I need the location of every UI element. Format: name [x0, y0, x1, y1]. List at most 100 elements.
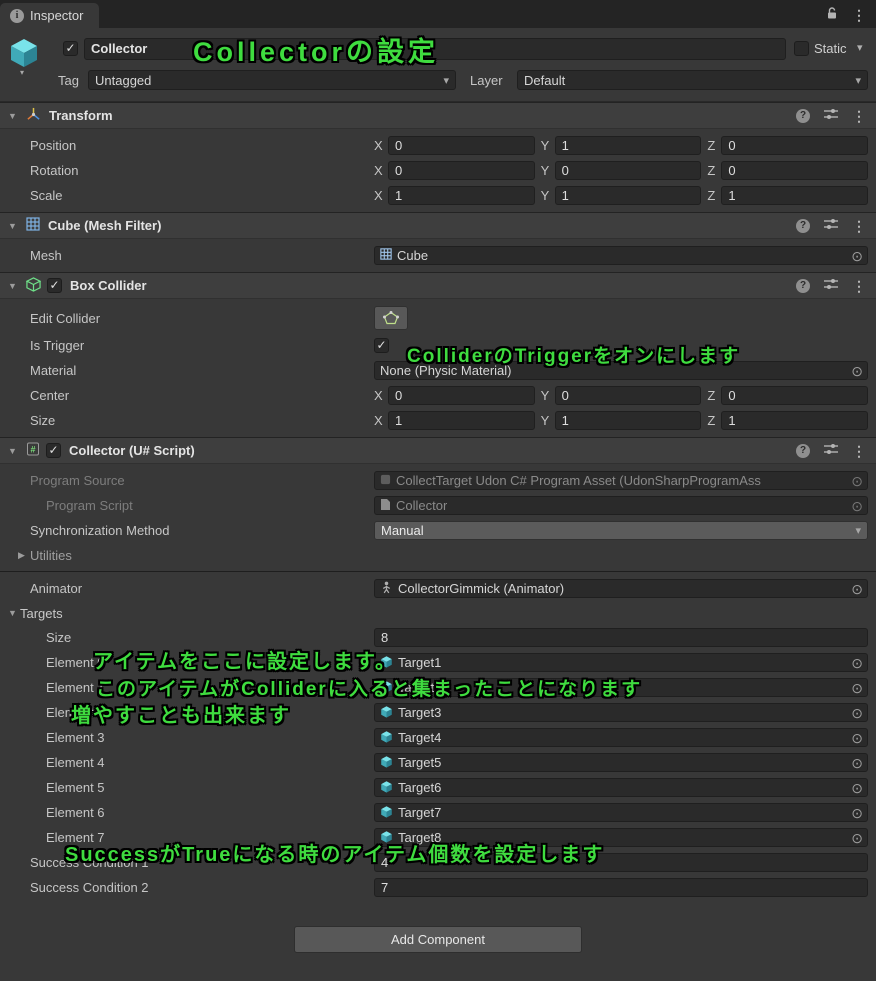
targets-size-field[interactable]: 8: [374, 628, 868, 647]
collider-size-x-field[interactable]: 1: [388, 411, 535, 430]
success-condition-2-field[interactable]: 7: [374, 878, 868, 897]
element-object-field[interactable]: Target3 ⊙: [374, 703, 868, 722]
element-value: Target5: [398, 755, 442, 770]
object-picker-icon[interactable]: ⊙: [851, 756, 863, 770]
collider-size-z-field[interactable]: 1: [721, 411, 869, 430]
component-menu-icon[interactable]: ⋮: [852, 109, 866, 123]
scale-x-field[interactable]: 1: [388, 186, 535, 205]
sync-method-label: Synchronization Method: [30, 523, 170, 538]
mesh-filter-header[interactable]: ▼ Cube (Mesh Filter) ? ⋮: [0, 212, 876, 239]
gameobject-cube-icon[interactable]: [8, 36, 40, 71]
object-picker-icon[interactable]: ⊙: [851, 781, 863, 795]
object-picker-icon[interactable]: ⊙: [851, 474, 863, 488]
transform-header[interactable]: ▼ Transform ? ⋮: [0, 102, 876, 129]
element-object-field[interactable]: Target1 ⊙: [374, 653, 868, 672]
object-picker-icon[interactable]: ⊙: [851, 364, 863, 378]
program-source-label: Program Source: [30, 473, 125, 488]
animator-object-field[interactable]: CollectorGimmick (Animator) ⊙: [374, 579, 868, 598]
window-menu-icon[interactable]: ⋮: [852, 8, 866, 22]
object-picker-icon[interactable]: ⊙: [851, 681, 863, 695]
icon-picker-arrow[interactable]: ▾: [20, 68, 24, 77]
object-picker-icon[interactable]: ⊙: [851, 499, 863, 513]
component-menu-icon[interactable]: ⋮: [852, 279, 866, 293]
center-y-field[interactable]: 0: [554, 386, 702, 405]
presets-icon[interactable]: [824, 278, 838, 293]
tag-value: Untagged: [95, 72, 152, 88]
lock-icon[interactable]: [826, 7, 838, 23]
targets-foldout[interactable]: ▼ Targets: [0, 601, 876, 625]
object-picker-icon[interactable]: ⊙: [851, 656, 863, 670]
help-icon[interactable]: ?: [796, 278, 810, 293]
element-object-field[interactable]: Target4 ⊙: [374, 728, 868, 747]
object-picker-icon[interactable]: ⊙: [851, 249, 863, 263]
mesh-row: Mesh Cube ⊙: [0, 243, 876, 268]
object-picker-icon[interactable]: ⊙: [851, 731, 863, 745]
element-value: Target1: [398, 655, 442, 670]
presets-icon[interactable]: [824, 443, 838, 458]
object-picker-icon[interactable]: ⊙: [851, 806, 863, 820]
component-menu-icon[interactable]: ⋮: [852, 444, 866, 458]
utilities-foldout[interactable]: ▶ Utilities: [0, 543, 876, 567]
collector-title: Collector (U# Script): [69, 443, 195, 458]
static-dropdown-arrow[interactable]: ▾: [857, 41, 863, 54]
program-script-value: Collector: [396, 498, 448, 513]
rotation-x-field[interactable]: 0: [388, 161, 535, 180]
rotation-row: Rotation X0 Y0 Z0: [0, 158, 876, 183]
animator-value: CollectorGimmick (Animator): [398, 581, 565, 596]
center-z-field[interactable]: 0: [721, 386, 869, 405]
rotation-z-field[interactable]: 0: [721, 161, 869, 180]
mesh-icon: [380, 248, 392, 263]
sync-method-dropdown[interactable]: Manual ▾: [374, 521, 868, 540]
collector-enabled-checkbox[interactable]: ✓: [46, 443, 61, 458]
is-trigger-checkbox[interactable]: ✓: [374, 338, 389, 353]
center-x-field[interactable]: 0: [388, 386, 535, 405]
element-object-field[interactable]: Target7 ⊙: [374, 803, 868, 822]
object-picker-icon[interactable]: ⊙: [851, 706, 863, 720]
tag-dropdown[interactable]: Untagged ▾: [88, 70, 456, 90]
element-label: Element 4: [46, 755, 105, 770]
object-picker-icon[interactable]: ⊙: [851, 831, 863, 845]
element-object-field[interactable]: Target6 ⊙: [374, 778, 868, 797]
collider-size-label: Size: [30, 413, 56, 428]
rotation-y-field[interactable]: 0: [554, 161, 702, 180]
box-collider-icon: [25, 276, 42, 295]
animator-icon: [380, 581, 393, 597]
object-picker-icon[interactable]: ⊙: [851, 582, 863, 596]
mesh-object-field[interactable]: Cube ⊙: [374, 246, 868, 265]
foldout-arrow[interactable]: ▼: [8, 111, 20, 121]
element-label: Element 5: [46, 780, 105, 795]
help-icon[interactable]: ?: [796, 218, 810, 233]
box-collider-header[interactable]: ▼ ✓ Box Collider ? ⋮: [0, 272, 876, 299]
foldout-arrow[interactable]: ▼: [8, 446, 20, 456]
axis-y-label: Y: [540, 163, 550, 178]
position-y-field[interactable]: 1: [554, 136, 702, 155]
layer-dropdown[interactable]: Default ▾: [517, 70, 868, 90]
position-z-field[interactable]: 0: [721, 136, 869, 155]
foldout-arrow[interactable]: ▼: [8, 281, 20, 291]
static-checkbox[interactable]: [794, 41, 809, 56]
axis-y-label: Y: [540, 138, 550, 153]
animator-row: Animator CollectorGimmick (Animator) ⊙: [0, 576, 876, 601]
foldout-arrow[interactable]: ▼: [8, 221, 20, 231]
box-collider-enabled-checkbox[interactable]: ✓: [47, 278, 62, 293]
add-component-button[interactable]: Add Component: [294, 926, 582, 953]
component-menu-icon[interactable]: ⋮: [852, 219, 866, 233]
help-icon[interactable]: ?: [796, 108, 810, 123]
help-icon[interactable]: ?: [796, 443, 810, 458]
scale-y-field[interactable]: 1: [554, 186, 702, 205]
scale-z-field[interactable]: 1: [721, 186, 869, 205]
position-x-field[interactable]: 0: [388, 136, 535, 155]
element-value: Target6: [398, 780, 442, 795]
prefab-cube-icon: [380, 705, 393, 721]
collector-header[interactable]: ▼ # ✓ Collector (U# Script) ? ⋮: [0, 437, 876, 464]
tab-inspector[interactable]: i Inspector: [0, 3, 100, 28]
gameobject-active-checkbox[interactable]: ✓: [63, 41, 78, 56]
collider-size-y-field[interactable]: 1: [554, 411, 702, 430]
edit-collider-button[interactable]: [374, 306, 408, 330]
axis-z-label: Z: [707, 388, 716, 403]
foldout-arrow[interactable]: ▶: [18, 550, 30, 561]
element-object-field[interactable]: Target5 ⊙: [374, 753, 868, 772]
presets-icon[interactable]: [824, 108, 838, 123]
foldout-arrow[interactable]: ▼: [8, 608, 20, 618]
presets-icon[interactable]: [824, 218, 838, 233]
